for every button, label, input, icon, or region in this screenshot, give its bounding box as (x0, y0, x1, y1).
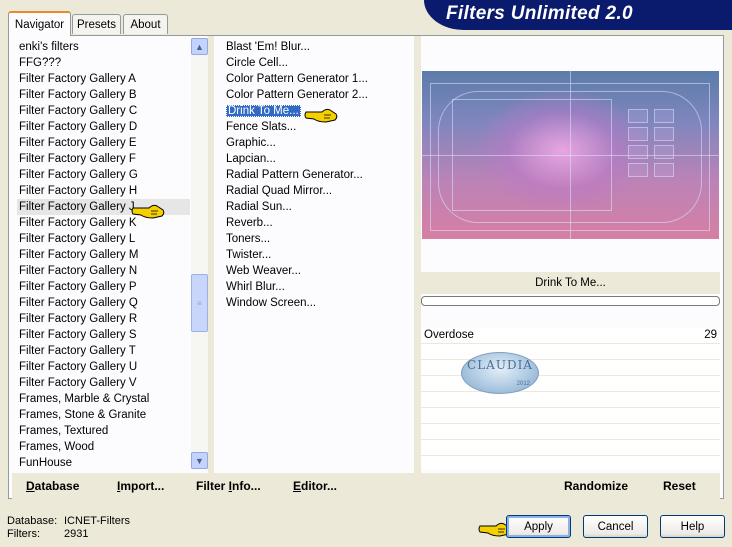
category-scrollbar[interactable]: ▲ ≡ ▼ (191, 38, 208, 469)
category-item[interactable]: Filter Factory Gallery G (17, 167, 190, 183)
param-row (421, 424, 720, 440)
pointing-hand-icon (304, 108, 338, 123)
filter-info-link[interactable]: Filter Info... (196, 479, 261, 493)
filter-item[interactable]: Graphic... (224, 135, 410, 151)
category-item[interactable]: Filter Factory Gallery V (17, 375, 190, 391)
category-item[interactable]: Filter Factory Gallery F (17, 151, 190, 167)
filter-item[interactable]: Whirl Blur... (224, 279, 410, 295)
database-info-label: Database: (7, 515, 58, 527)
filter-item[interactable]: Toners... (224, 231, 410, 247)
param-row-overdose[interactable]: Overdose 29 (421, 328, 720, 344)
filter-item-label: Twister... (226, 249, 272, 261)
category-item[interactable]: Frames, Textured (17, 423, 190, 439)
category-item[interactable]: Filter Factory Gallery L (17, 231, 190, 247)
filter-item-label: Radial Quad Mirror... (226, 185, 333, 197)
chevron-up-icon[interactable]: ▲ (191, 38, 208, 55)
param-value[interactable]: 29 (704, 328, 717, 343)
filter-item[interactable]: Color Pattern Generator 2... (224, 87, 410, 103)
category-item[interactable]: Frames, Wood (17, 439, 190, 455)
progress-bar (421, 296, 720, 306)
param-label: Overdose (424, 329, 474, 341)
filter-item-label: Radial Pattern Generator... (226, 169, 363, 181)
category-item[interactable]: Filter Factory Gallery S (17, 327, 190, 343)
chevron-down-icon[interactable]: ▼ (191, 452, 208, 469)
selected-filter-name: Drink To Me... (421, 272, 720, 294)
help-button[interactable]: Help (660, 515, 725, 538)
column-divider (414, 36, 421, 473)
category-item[interactable]: Filter Factory Gallery Q (17, 295, 190, 311)
pointing-hand-icon (131, 204, 165, 219)
apply-button[interactable]: Apply (506, 515, 571, 538)
watermark-logo: CLAUDIA 2012 (461, 352, 539, 394)
tab-about[interactable]: About (123, 14, 168, 34)
filter-list[interactable]: Blast 'Em! Blur... Circle Cell... Color Pa… (224, 39, 410, 311)
preview-frame (421, 36, 720, 70)
filters-count-label: Filters: (7, 528, 40, 540)
filter-item-label: Web Weaver... (226, 265, 301, 277)
param-row (421, 440, 720, 456)
filter-item[interactable]: Color Pattern Generator 1... (224, 71, 410, 87)
category-item[interactable]: Frames, Marble & Crystal (17, 391, 190, 407)
category-item[interactable]: Frames, Stone & Granite (17, 407, 190, 423)
filter-item-label: Lapcian... (226, 153, 276, 165)
category-item[interactable]: Filter Factory Gallery A (17, 71, 190, 87)
window-title: Filters Unlimited 2.0 (446, 3, 633, 24)
filter-item[interactable]: Circle Cell... (224, 55, 410, 71)
filter-item-label: Fence Slats... (226, 121, 297, 133)
filter-item[interactable]: Blast 'Em! Blur... (224, 39, 410, 55)
tab-presets[interactable]: Presets (72, 14, 121, 34)
editor-link[interactable]: Editor... (293, 479, 337, 493)
category-item[interactable]: enki's filters (17, 39, 190, 55)
category-list[interactable]: enki's filters FFG??? Filter Factory Galle… (17, 39, 190, 471)
filter-item-label: Window Screen... (226, 297, 317, 309)
database-info-value: ICNET-Filters (64, 515, 130, 527)
parameter-panel: Overdose 29 (421, 328, 720, 469)
param-row (421, 392, 720, 408)
filter-item-label: Graphic... (226, 137, 276, 149)
category-item[interactable]: Filter Factory Gallery M (17, 247, 190, 263)
category-item[interactable]: FFG??? (17, 55, 190, 71)
param-row (421, 408, 720, 424)
filter-item-label: Color Pattern Generator 1... (226, 73, 368, 85)
filter-item[interactable]: Radial Sun... (224, 199, 410, 215)
filter-item-label: Radial Sun... (226, 201, 292, 213)
database-link[interactable]: Database (26, 479, 79, 493)
reset-link[interactable]: Reset (663, 479, 696, 493)
filter-item[interactable]: Radial Quad Mirror... (224, 183, 410, 199)
category-item[interactable]: FunHouse (17, 455, 190, 471)
filter-item-label: Whirl Blur... (226, 281, 285, 293)
filter-item[interactable]: Web Weaver... (224, 263, 410, 279)
action-link-bar: Database Import... Filter Info... Editor… (12, 473, 720, 499)
category-item[interactable]: Filter Factory Gallery H (17, 183, 190, 199)
category-item[interactable]: Filter Factory Gallery N (17, 263, 190, 279)
filter-item-label: Reverb... (226, 217, 273, 229)
scrollbar-thumb[interactable]: ≡ (191, 274, 208, 332)
category-item[interactable]: Filter Factory Gallery P (17, 279, 190, 295)
category-item[interactable]: Filter Factory Gallery B (17, 87, 190, 103)
category-item[interactable]: Filter Factory Gallery U (17, 359, 190, 375)
category-item[interactable]: Filter Factory Gallery R (17, 311, 190, 327)
category-item[interactable]: Filter Factory Gallery T (17, 343, 190, 359)
filter-item-label: Toners... (226, 233, 271, 245)
category-item[interactable]: Filter Factory Gallery E (17, 135, 190, 151)
filter-item-label: Circle Cell... (226, 57, 288, 69)
filter-item-label: Color Pattern Generator 2... (226, 89, 368, 101)
tab-navigator[interactable]: Navigator (8, 11, 71, 36)
category-item[interactable]: Filter Factory Gallery C (17, 103, 190, 119)
filter-item-label: Drink To Me... (226, 105, 301, 117)
import-link[interactable]: Import... (117, 479, 164, 493)
cancel-button[interactable]: Cancel (583, 515, 648, 538)
column-divider (208, 36, 214, 473)
randomize-link[interactable]: Randomize (564, 479, 628, 493)
preview-image (422, 71, 719, 239)
filters-count-value: 2931 (64, 528, 89, 540)
category-item[interactable]: Filter Factory Gallery D (17, 119, 190, 135)
filter-item[interactable]: Reverb... (224, 215, 410, 231)
filter-item[interactable]: Radial Pattern Generator... (224, 167, 410, 183)
filter-item-label: Blast 'Em! Blur... (226, 41, 310, 53)
filter-item[interactable]: Window Screen... (224, 295, 410, 311)
filter-item[interactable]: Twister... (224, 247, 410, 263)
filter-item[interactable]: Lapcian... (224, 151, 410, 167)
